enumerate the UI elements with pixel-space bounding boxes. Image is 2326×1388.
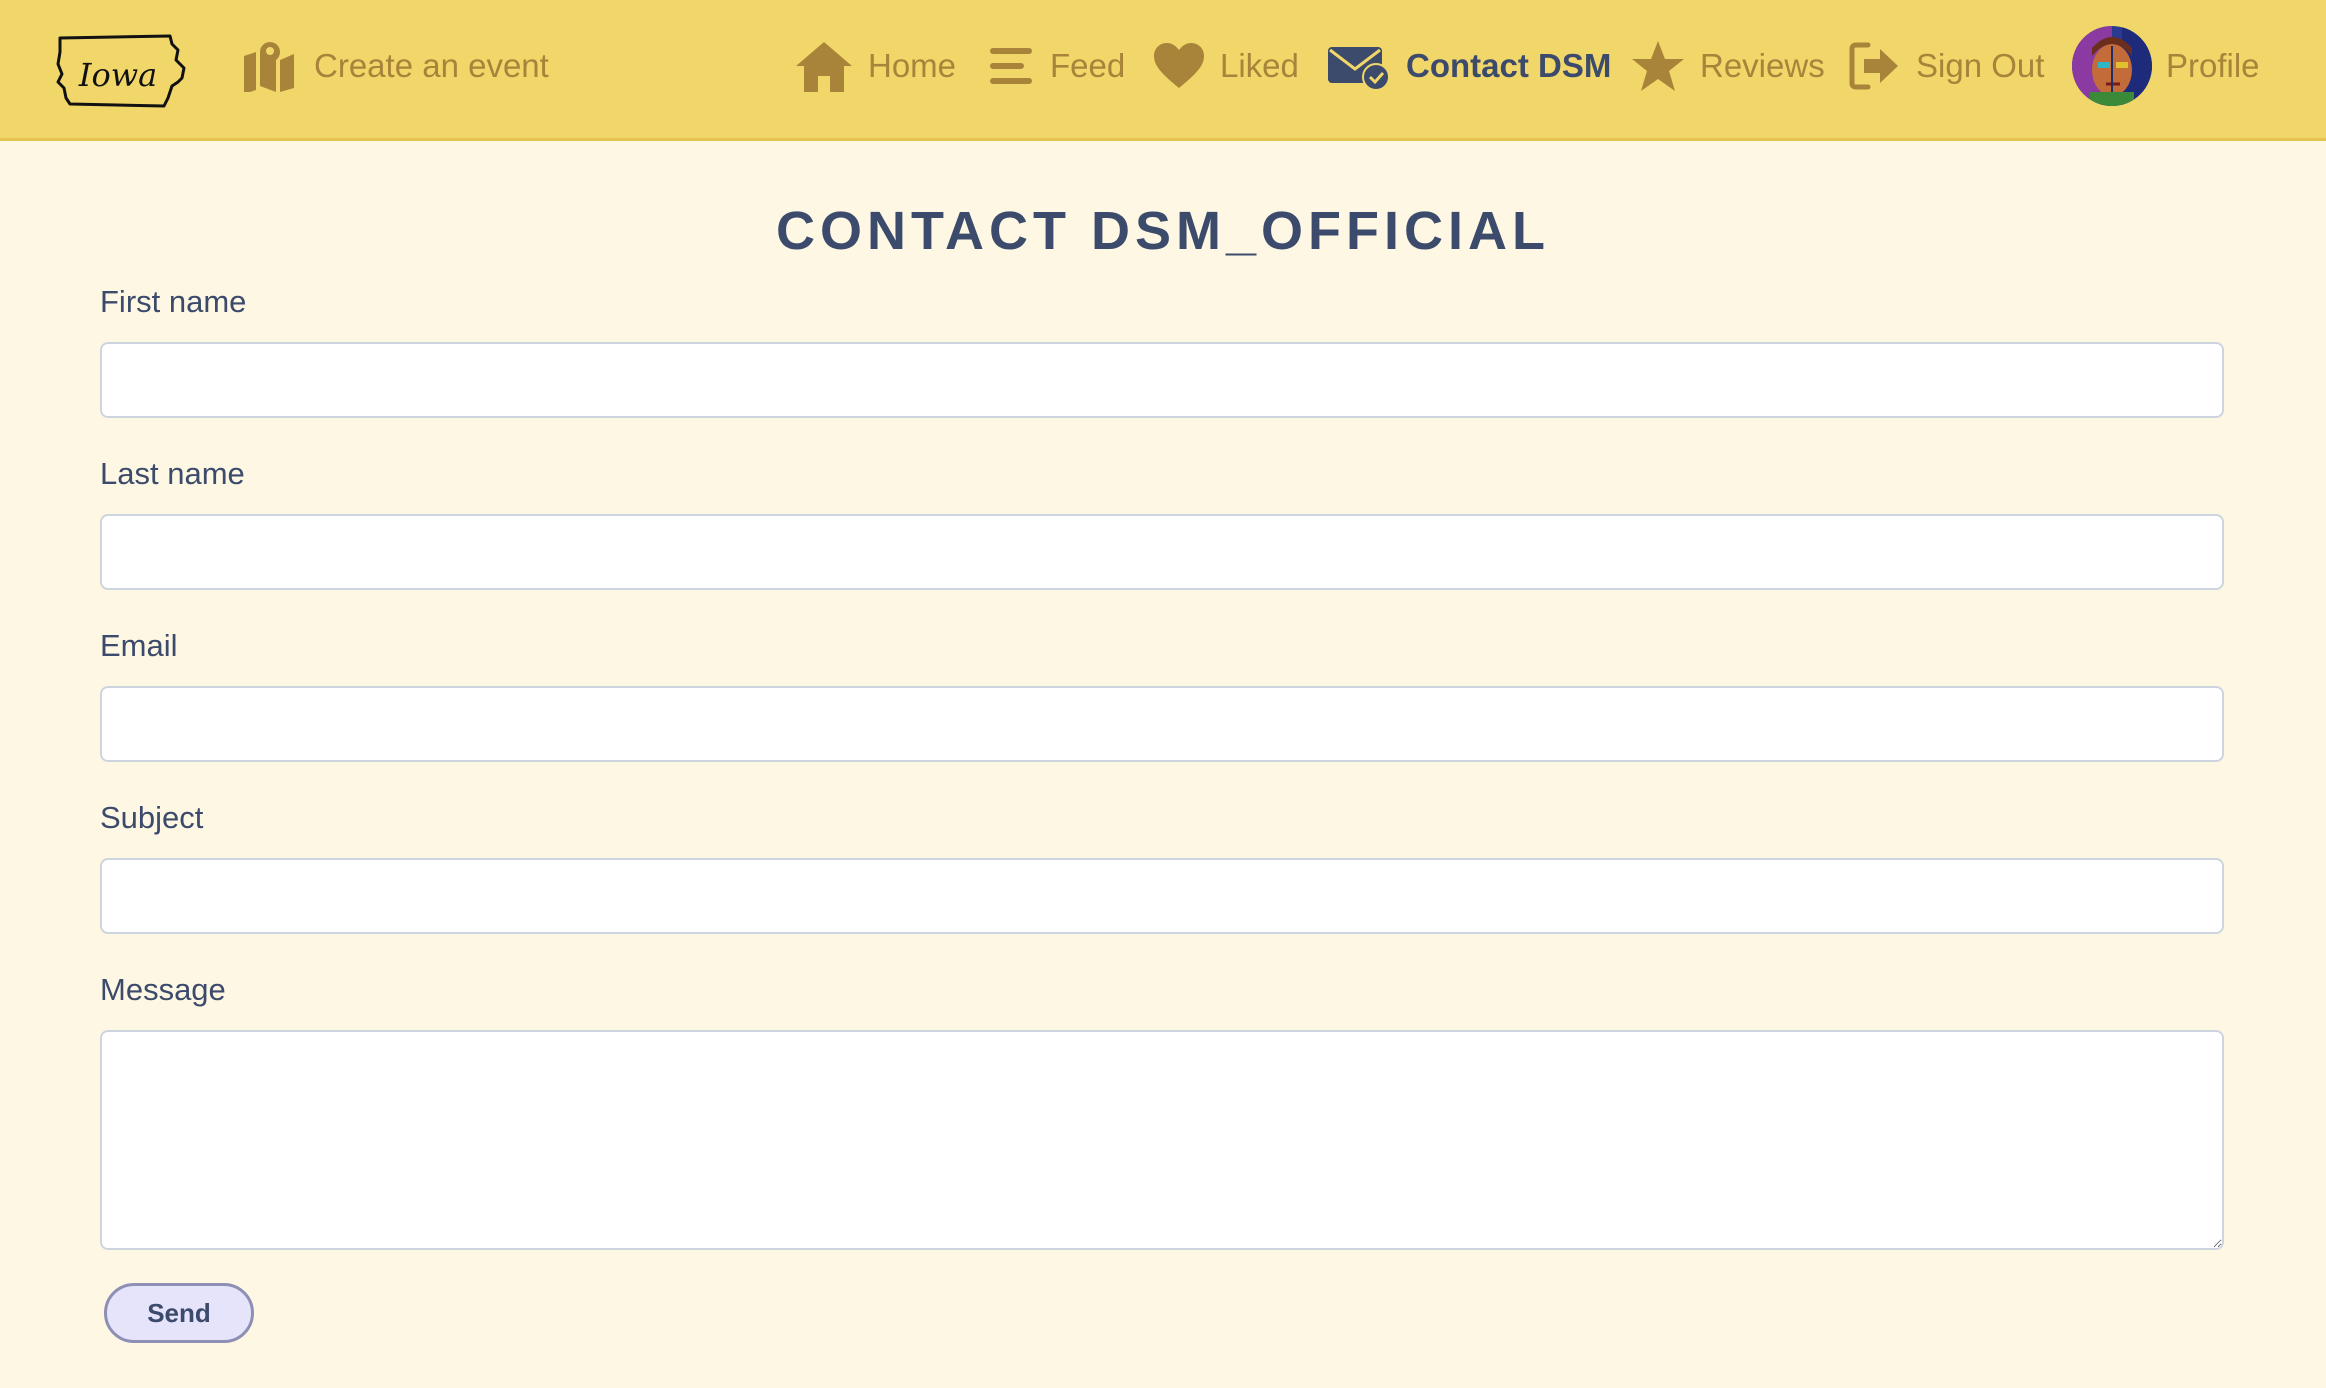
first-name-field[interactable] <box>100 342 2224 418</box>
navbar: Iowa Create an event Home Feed Liked Con… <box>0 0 2326 141</box>
email-field[interactable] <box>100 686 2224 762</box>
star-icon <box>1630 39 1686 93</box>
nav-liked-label: Liked <box>1220 47 1299 84</box>
nav-profile[interactable]: Profile <box>2072 0 2260 132</box>
nav-profile-label: Profile <box>2166 47 2260 84</box>
message-field[interactable] <box>100 1030 2224 1250</box>
first-name-label: First name <box>100 284 247 319</box>
nav-contact-dsm-label: Contact DSM <box>1406 47 1612 84</box>
sign-out-icon <box>1848 41 1902 91</box>
subject-label: Subject <box>100 800 204 835</box>
nav-home[interactable]: Home <box>794 0 956 132</box>
heart-icon <box>1152 42 1206 90</box>
nav-feed-label: Feed <box>1050 47 1126 84</box>
nav-create-event-label: Create an event <box>314 47 549 84</box>
message-label: Message <box>100 972 226 1007</box>
send-button[interactable]: Send <box>104 1283 254 1343</box>
nav-create-event[interactable]: Create an event <box>240 0 549 132</box>
iowa-logo[interactable]: Iowa <box>52 24 188 112</box>
subject-field[interactable] <box>100 858 2224 934</box>
logo-text: Iowa <box>78 56 157 94</box>
nav-reviews[interactable]: Reviews <box>1630 0 1825 132</box>
nav-contact-dsm[interactable]: Contact DSM <box>1326 0 1611 132</box>
page-title: CONTACT DSM_OFFICIAL <box>776 201 1550 261</box>
nav-sign-out-label: Sign Out <box>1916 47 2045 84</box>
nav-liked[interactable]: Liked <box>1152 0 1299 132</box>
avatar <box>2072 26 2152 106</box>
last-name-field[interactable] <box>100 514 2224 590</box>
nav-reviews-label: Reviews <box>1700 47 1825 84</box>
map-marker-icon <box>240 40 300 92</box>
nav-home-label: Home <box>868 47 957 84</box>
home-icon <box>794 40 854 92</box>
envelope-check-icon <box>1326 41 1392 91</box>
last-name-label: Last name <box>100 456 245 491</box>
nav-sign-out[interactable]: Sign Out <box>1848 0 2044 132</box>
nav-feed[interactable]: Feed <box>986 0 1125 132</box>
email-label: Email <box>100 628 178 663</box>
menu-lines-icon <box>986 44 1036 88</box>
